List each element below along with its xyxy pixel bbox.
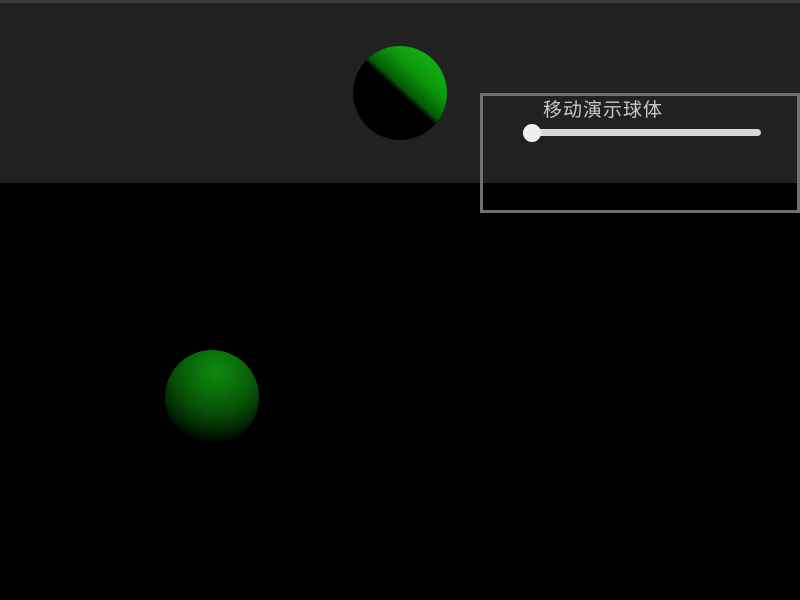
control-panel-title: 移动演示球体 [542, 99, 663, 121]
slider-track[interactable] [523, 129, 761, 136]
green-sphere-upper [353, 46, 447, 140]
sphere-position-slider[interactable] [523, 124, 761, 142]
control-panel: 移动演示球体 [480, 93, 800, 213]
render-viewport: 移动演示球体 [0, 0, 800, 600]
green-sphere-lower [165, 350, 259, 444]
slider-thumb[interactable] [523, 124, 541, 142]
